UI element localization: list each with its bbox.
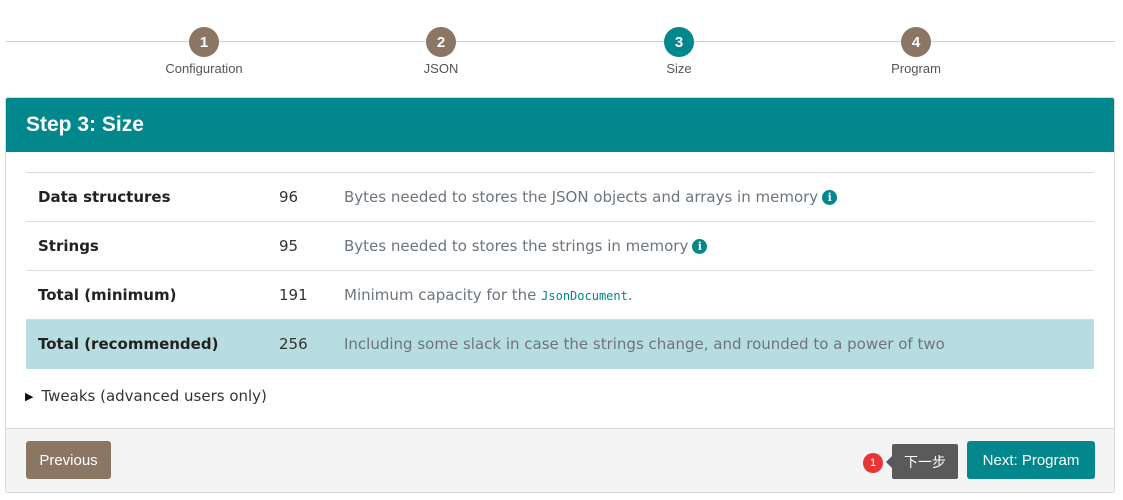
row-description-cell: Bytes needed to stores the JSON objects … <box>344 173 1094 222</box>
row-description: Including some slack in case the strings… <box>344 335 945 354</box>
size-card: Step 3: Size Data structures 96 Bytes ne… <box>5 97 1115 493</box>
card-footer: Previous 1 下一步 Next: Program <box>6 428 1114 492</box>
step-json[interactable]: 2 JSON <box>371 27 511 76</box>
table-row: Data structures 96 Bytes needed to store… <box>26 172 1094 222</box>
step-label: Configuration <box>165 61 243 76</box>
row-label: Data structures <box>38 188 171 206</box>
step-label: JSON <box>423 61 459 76</box>
notification-badge: 1 <box>863 453 883 473</box>
step-label: Size <box>666 61 692 76</box>
next-program-button[interactable]: Next: Program <box>967 441 1095 479</box>
wizard-stepper: 1 Configuration 2 JSON 3 Size 4 Program <box>0 0 1123 96</box>
row-value: 96 <box>279 188 299 206</box>
row-description: Bytes needed to stores the strings in me… <box>344 237 689 255</box>
step-number: 2 <box>426 27 456 57</box>
info-icon[interactable]: i <box>822 190 838 205</box>
row-description-suffix: . <box>627 286 633 304</box>
row-value: 95 <box>279 237 299 255</box>
row-description-cell: Bytes needed to stores the strings in me… <box>344 222 1094 271</box>
table-row-highlighted: Total (recommended) 256 Including some s… <box>26 319 1094 369</box>
step-number: 3 <box>664 27 694 57</box>
card-title: Step 3: Size <box>6 98 1114 152</box>
row-value: 191 <box>279 286 308 304</box>
jsondocument-code: JsonDocument <box>541 289 628 303</box>
step-number: 1 <box>189 27 219 57</box>
row-description-cell: Minimum capacity for the JsonDocument. <box>344 271 1094 320</box>
step-number: 4 <box>901 27 931 57</box>
row-description: Bytes needed to stores the JSON objects … <box>344 188 819 206</box>
row-value: 256 <box>279 335 308 354</box>
info-icon[interactable]: i <box>692 239 708 254</box>
next-step-tooltip: 下一步 <box>886 444 958 479</box>
step-program[interactable]: 4 Program <box>846 27 986 76</box>
row-label: Total (minimum) <box>38 286 177 304</box>
table-row: Strings 95 Bytes needed to stores the st… <box>26 221 1094 271</box>
step-configuration[interactable]: 1 Configuration <box>134 27 274 76</box>
tweaks-label: Tweaks (advanced users only) <box>41 387 267 405</box>
row-description-prefix: Minimum capacity for the <box>344 286 542 304</box>
step-size[interactable]: 3 Size <box>609 27 749 76</box>
step-label: Program <box>891 61 941 76</box>
row-label: Strings <box>38 237 99 255</box>
row-label: Total (recommended) <box>38 335 219 354</box>
previous-button[interactable]: Previous <box>26 441 111 479</box>
size-table: Data structures 96 Bytes needed to store… <box>26 172 1094 369</box>
table-row: Total (minimum) 191 Minimum capacity for… <box>26 270 1094 320</box>
tweaks-toggle[interactable]: ▶ Tweaks (advanced users only) <box>25 387 267 405</box>
disclosure-triangle-icon: ▶ <box>25 389 34 403</box>
